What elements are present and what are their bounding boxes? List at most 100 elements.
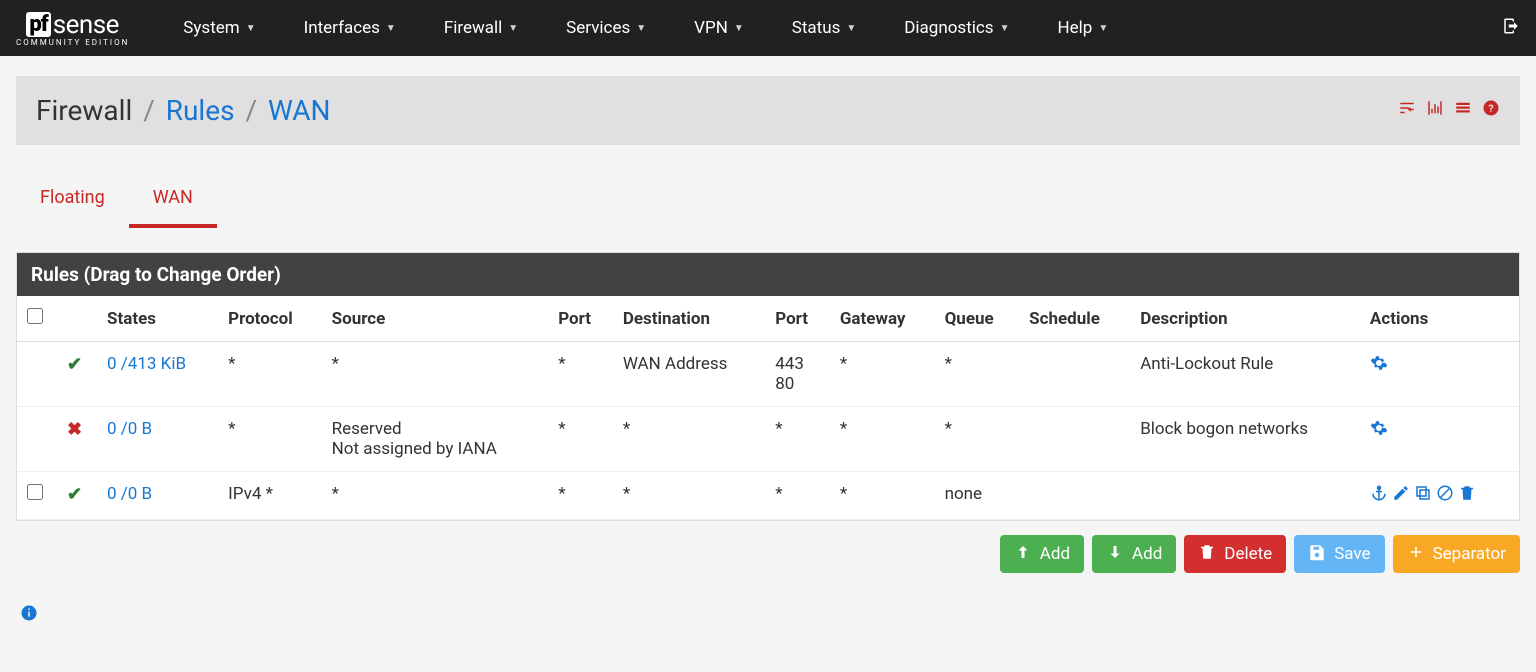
column-header: Description: [1130, 296, 1360, 342]
page-header: Firewall / Rules / WAN ?: [16, 76, 1520, 145]
tab-wan[interactable]: WAN: [129, 175, 217, 228]
nav-vpn[interactable]: VPN▼: [670, 0, 768, 56]
nav-items: System▼Interfaces▼Firewall▼Services▼VPN▼…: [159, 0, 1502, 56]
delete-button[interactable]: Delete: [1184, 535, 1286, 573]
tab-floating[interactable]: Floating: [16, 175, 129, 228]
cell-dport: *: [765, 407, 830, 472]
column-header: Destination: [613, 296, 765, 342]
cell-desc: Anti-Lockout Rule: [1130, 342, 1360, 407]
save-label: Save: [1334, 544, 1370, 564]
nav-help[interactable]: Help▼: [1033, 0, 1132, 56]
disable-icon[interactable]: [1436, 486, 1454, 507]
trash-icon: [1198, 543, 1216, 565]
table-row[interactable]: ✖0 /0 B*ReservedNot assigned by IANA****…: [17, 407, 1519, 472]
edit-icon[interactable]: [1392, 486, 1410, 507]
breadcrumb: Firewall / Rules / WAN: [36, 94, 330, 127]
cell-dest: *: [613, 472, 765, 520]
nav-interfaces[interactable]: Interfaces▼: [280, 0, 420, 56]
settings-sliders-icon[interactable]: [1398, 99, 1416, 122]
nav-firewall[interactable]: Firewall▼: [420, 0, 542, 56]
cell-sport: *: [548, 342, 613, 407]
cell-gateway: *: [830, 472, 935, 520]
separator-button[interactable]: Separator: [1393, 535, 1520, 573]
column-header: Schedule: [1019, 296, 1130, 342]
column-header: Port: [548, 296, 613, 342]
table-row[interactable]: ✔0 /413 KiB***WAN Address44380**Anti-Loc…: [17, 342, 1519, 407]
info-icon[interactable]: [20, 603, 1516, 628]
nav-services[interactable]: Services▼: [542, 0, 670, 56]
plus-icon: [1407, 543, 1425, 565]
add-label: Add: [1040, 544, 1070, 564]
logo-box: pf: [26, 12, 50, 37]
column-header: [17, 296, 57, 342]
column-header: [57, 296, 97, 342]
add-top-button[interactable]: Add: [1000, 535, 1084, 573]
log-icon[interactable]: [1454, 99, 1472, 122]
rules-panel-title: Rules (Drag to Change Order): [17, 253, 1519, 296]
header-action-icons: ?: [1398, 99, 1500, 122]
pass-icon: ✔: [67, 354, 82, 375]
cell-source: *: [322, 342, 549, 407]
cell-sport: *: [548, 407, 613, 472]
column-header: Gateway: [830, 296, 935, 342]
anchor-icon[interactable]: [1370, 486, 1388, 507]
cell-dport: 44380: [765, 342, 830, 407]
help-icon[interactable]: ?: [1482, 99, 1500, 122]
save-button[interactable]: Save: [1294, 535, 1384, 573]
caret-down-icon: ▼: [1098, 23, 1108, 34]
caret-down-icon: ▼: [386, 23, 396, 34]
nav-system[interactable]: System▼: [159, 0, 279, 56]
cell-protocol: *: [218, 407, 321, 472]
chart-icon[interactable]: [1426, 99, 1444, 122]
cell-dest: *: [613, 407, 765, 472]
gear-icon[interactable]: [1370, 421, 1388, 442]
trash-icon[interactable]: [1458, 486, 1476, 507]
cell-protocol: *: [218, 342, 321, 407]
logo[interactable]: pf sense COMMUNITY EDITION: [16, 10, 129, 47]
caret-down-icon: ▼: [734, 23, 744, 34]
arrow-up-icon: [1014, 543, 1032, 565]
gear-icon[interactable]: [1370, 356, 1388, 377]
states-link[interactable]: 0 /0 B: [107, 484, 152, 504]
separator-label: Separator: [1433, 544, 1506, 564]
breadcrumb-separator: /: [143, 94, 155, 127]
states-link[interactable]: 0 /413 KiB: [107, 354, 186, 374]
cell-queue: *: [935, 407, 1020, 472]
logo-text: sense: [53, 10, 119, 40]
logo-subtitle: COMMUNITY EDITION: [16, 38, 129, 47]
breadcrumb-separator: /: [245, 94, 257, 127]
caret-down-icon: ▼: [246, 23, 256, 34]
breadcrumb-wan[interactable]: WAN: [268, 94, 331, 127]
copy-icon[interactable]: [1414, 486, 1432, 507]
cell-source: ReservedNot assigned by IANA: [322, 407, 549, 472]
column-header: Source: [322, 296, 549, 342]
cell-dest: WAN Address: [613, 342, 765, 407]
select-all-checkbox[interactable]: [27, 308, 43, 324]
column-header: Protocol: [218, 296, 321, 342]
pass-icon: ✔: [67, 484, 82, 505]
add-bottom-button[interactable]: Add: [1092, 535, 1176, 573]
logout-icon[interactable]: [1502, 16, 1520, 40]
cell-desc: [1130, 472, 1360, 520]
caret-down-icon: ▼: [508, 23, 518, 34]
nav-diagnostics[interactable]: Diagnostics▼: [880, 0, 1033, 56]
column-header: Queue: [935, 296, 1020, 342]
cell-schedule: [1019, 342, 1130, 407]
cell-gateway: *: [830, 342, 935, 407]
states-link[interactable]: 0 /0 B: [107, 419, 152, 439]
row-checkbox[interactable]: [27, 484, 43, 500]
rules-panel: Rules (Drag to Change Order) StatesProto…: [16, 252, 1520, 521]
interface-tabs: FloatingWAN: [16, 175, 1520, 228]
arrow-down-icon: [1106, 543, 1124, 565]
caret-down-icon: ▼: [846, 23, 856, 34]
breadcrumb-rules[interactable]: Rules: [166, 94, 235, 127]
nav-status[interactable]: Status▼: [768, 0, 881, 56]
cell-dport: *: [765, 472, 830, 520]
cell-sport: *: [548, 472, 613, 520]
breadcrumb-firewall: Firewall: [36, 94, 132, 127]
action-button-row: Add Add Delete Save Separator: [16, 535, 1520, 573]
cell-protocol: IPv4 *: [218, 472, 321, 520]
top-navbar: pf sense COMMUNITY EDITION System▼Interf…: [0, 0, 1536, 56]
cell-schedule: [1019, 472, 1130, 520]
table-row[interactable]: ✔0 /0 BIPv4 ******none: [17, 472, 1519, 520]
